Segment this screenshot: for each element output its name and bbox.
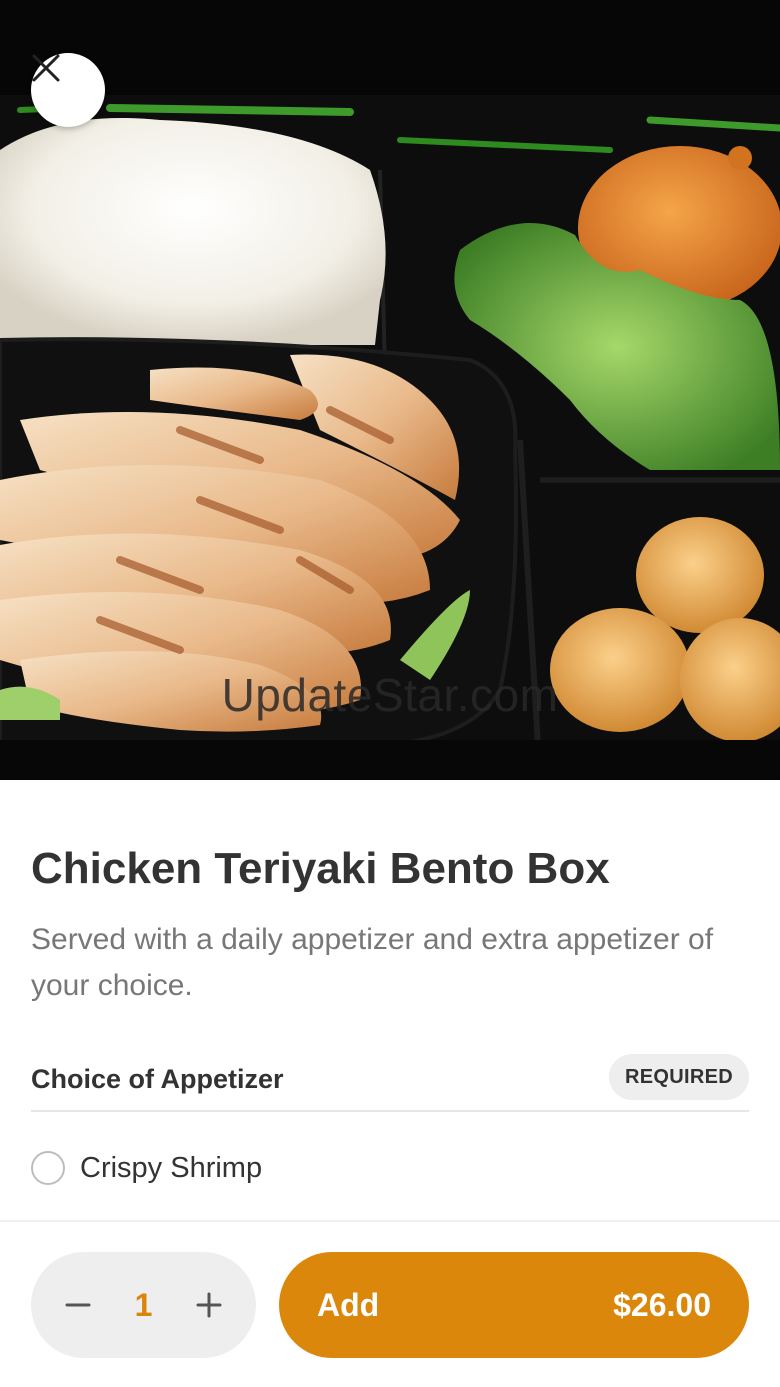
decrement-button[interactable]	[63, 1290, 93, 1320]
option-label: Crispy Shrimp	[80, 1151, 263, 1184]
close-icon	[32, 54, 60, 82]
plus-icon	[196, 1292, 222, 1318]
quantity-value: 1	[134, 1286, 153, 1323]
footer-bar: 1 Add $26.00	[0, 1220, 780, 1387]
option-crispy-shrimp[interactable]: Crispy Shrimp	[31, 1144, 749, 1192]
section-title: Choice of Appetizer	[31, 1064, 284, 1094]
quantity-stepper: 1	[31, 1252, 256, 1358]
item-description: Served with a daily appetizer and extra …	[31, 923, 714, 1002]
add-label: Add	[317, 1286, 380, 1323]
item-title: Chicken Teriyaki Bento Box	[31, 844, 610, 893]
add-to-order-button[interactable]: Add $26.00	[279, 1252, 749, 1358]
bento-photo	[0, 0, 780, 780]
price-label: $26.00	[613, 1286, 711, 1323]
hero-image: UpdateStar.com	[0, 0, 780, 780]
increment-button[interactable]	[194, 1290, 224, 1320]
required-badge: REQUIRED	[609, 1054, 749, 1100]
close-button[interactable]	[31, 53, 105, 127]
watermark-text: UpdateStar.com	[221, 669, 559, 721]
radio-button[interactable]	[31, 1151, 65, 1185]
appetizer-section-header: Choice of Appetizer REQUIRED	[31, 1052, 749, 1112]
minus-icon	[65, 1303, 91, 1307]
